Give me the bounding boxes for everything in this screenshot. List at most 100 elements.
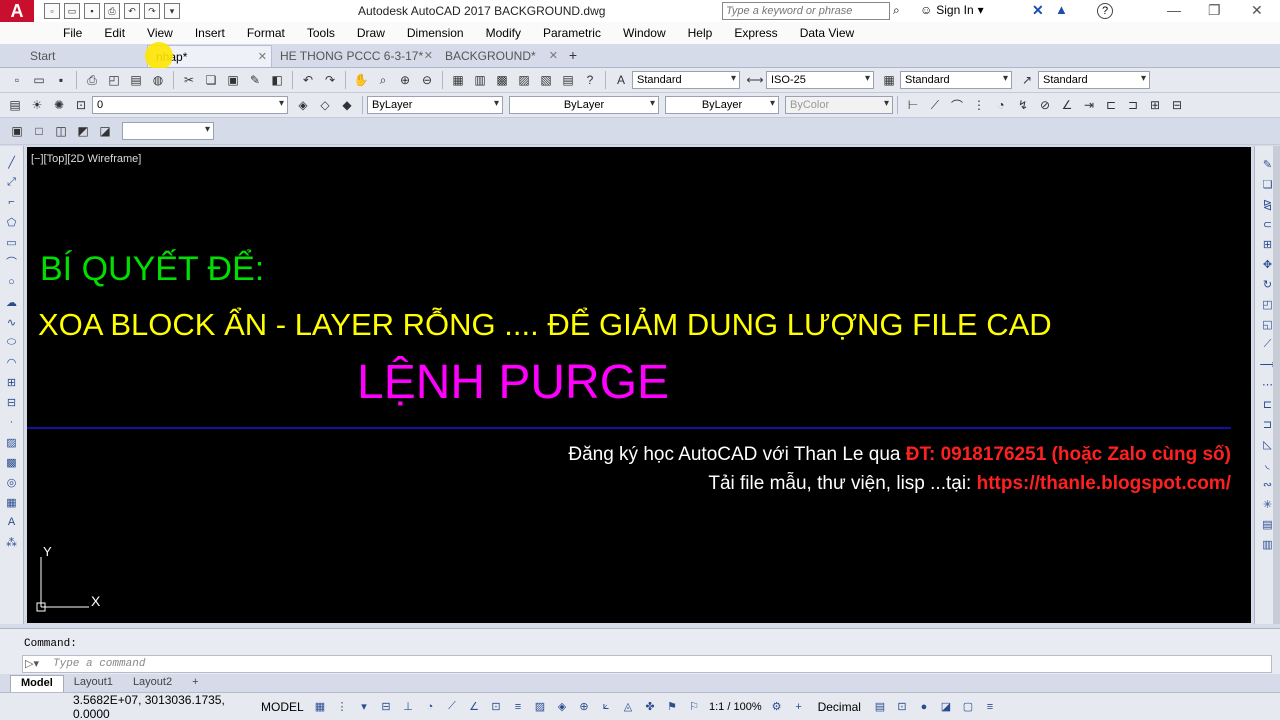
table-style-select[interactable]: Standard (900, 71, 1012, 89)
dim-break-icon[interactable]: ⊟ (1168, 96, 1186, 114)
linetype-select[interactable]: ByLayer (509, 96, 659, 114)
paste-icon[interactable]: ▣ (224, 71, 242, 89)
preview-icon[interactable]: ◰ (105, 71, 123, 89)
gizmo-icon[interactable]: ✤ (642, 699, 658, 715)
dynamic-input-icon[interactable]: ⊟ (378, 699, 394, 715)
properties-icon[interactable]: ▦ (449, 71, 467, 89)
menu-modify[interactable]: Modify (475, 26, 532, 40)
viewport-controls[interactable]: [−][Top][2D Wireframe] (31, 153, 141, 165)
close-icon[interactable]: ✕ (258, 50, 267, 63)
menu-help[interactable]: Help (677, 26, 724, 40)
menu-draw[interactable]: Draw (346, 26, 396, 40)
insert-block-icon[interactable]: ⊞ (4, 374, 20, 390)
region-icon[interactable]: ◎ (4, 474, 20, 490)
menu-window[interactable]: Window (612, 26, 677, 40)
arc-icon[interactable]: ⌒ (4, 254, 20, 270)
zoom-previous-icon[interactable]: ⊖ (418, 71, 436, 89)
help-icon[interactable]: ? (581, 71, 599, 89)
lightbulb-icon[interactable]: ☀ (28, 96, 46, 114)
plus-icon[interactable]: + (791, 699, 807, 715)
lock-ui-icon[interactable]: ⊡ (894, 699, 910, 715)
make-current-icon[interactable]: ◈ (294, 96, 312, 114)
mleader-style-icon[interactable]: ↗ (1018, 71, 1036, 89)
dim-diameter-icon[interactable]: ⊘ (1036, 96, 1054, 114)
menu-edit[interactable]: Edit (93, 26, 136, 40)
calculator-icon[interactable]: ▤ (559, 71, 577, 89)
menu-dimension[interactable]: Dimension (396, 26, 475, 40)
close-icon[interactable]: ✕ (1251, 2, 1263, 19)
dim-continue-icon[interactable]: ⊐ (1124, 96, 1142, 114)
hardware-acceleration-icon[interactable]: ◪ (938, 699, 954, 715)
tab-he-thong-pccc[interactable]: HE THONG PCCC 6-3-17* ✕ (272, 45, 437, 67)
dim-jogged-icon[interactable]: ↯ (1014, 96, 1032, 114)
ellipse-arc-icon[interactable]: ◠ (4, 354, 20, 370)
undo-icon[interactable]: ↶ (299, 71, 317, 89)
globe-icon[interactable]: ◍ (149, 71, 167, 89)
units-select[interactable]: Decimal (818, 700, 861, 714)
menu-tools[interactable]: Tools (296, 26, 346, 40)
model-space-toggle[interactable]: MODEL (261, 700, 309, 714)
close-icon[interactable]: ✕ (424, 49, 433, 62)
infer-icon[interactable]: ▾ (356, 699, 372, 715)
polar-tracking-icon[interactable]: ◔ (422, 699, 438, 715)
zoom-realtime-icon[interactable]: ⌕ (374, 71, 392, 89)
autoscale-icon[interactable]: ⚐ (686, 699, 702, 715)
viewport-scale-icon[interactable]: ◪ (96, 122, 114, 140)
text-style-select[interactable]: Standard (632, 71, 740, 89)
block-editor-icon[interactable]: ◧ (268, 71, 286, 89)
polygonal-viewport-icon[interactable]: ◫ (52, 122, 70, 140)
pan-icon[interactable]: ✋ (352, 71, 370, 89)
point-icon[interactable]: · (4, 414, 20, 430)
help-icon[interactable]: ? (1097, 3, 1113, 19)
redo-icon[interactable]: ↷ (144, 3, 160, 19)
dim-angular-icon[interactable]: ∠ (1058, 96, 1076, 114)
dim-linear-icon[interactable]: ⊢ (904, 96, 922, 114)
spline-icon[interactable]: ∿ (4, 314, 20, 330)
dim-baseline-icon[interactable]: ⊏ (1102, 96, 1120, 114)
tab-model[interactable]: Model (10, 675, 64, 692)
polygon-icon[interactable]: ⬠ (4, 214, 20, 230)
dim-style-icon[interactable]: ⟷ (746, 71, 764, 89)
coordinate-readout[interactable]: 3.5682E+07, 3013036.1735, 0.0000 (73, 693, 255, 720)
lock-icon[interactable]: ⊡ (72, 96, 90, 114)
quick-properties-icon[interactable]: ▤ (872, 699, 888, 715)
menu-express[interactable]: Express (723, 26, 788, 40)
new-icon[interactable]: ▫ (8, 71, 26, 89)
isolate-objects-icon[interactable]: ● (916, 699, 932, 715)
dim-radius-icon[interactable]: ◔ (992, 96, 1010, 114)
ellipse-icon[interactable]: ⬭ (4, 334, 20, 350)
save-icon[interactable]: ▪ (84, 3, 100, 19)
binoculars-icon[interactable]: ⌕ (893, 3, 900, 18)
menu-insert[interactable]: Insert (184, 26, 236, 40)
plotstyle-select[interactable]: ByColor (785, 96, 893, 114)
clean-screen-icon[interactable]: ▢ (960, 699, 976, 715)
revision-cloud-icon[interactable]: ☁ (4, 294, 20, 310)
menu-file[interactable]: File (52, 26, 93, 40)
open-icon[interactable]: ▭ (30, 71, 48, 89)
construction-line-icon[interactable]: ⤢ (4, 174, 20, 190)
markup-icon[interactable]: ▧ (537, 71, 555, 89)
annotation-visibility-icon[interactable]: ⚑ (664, 699, 680, 715)
layer-properties-icon[interactable]: ▤ (6, 96, 24, 114)
object-snap-icon[interactable]: ⊡ (488, 699, 504, 715)
table-icon[interactable]: ▦ (4, 494, 20, 510)
menu-data-view[interactable]: Data View (789, 26, 865, 40)
gradient-icon[interactable]: ▩ (4, 454, 20, 470)
text-icon[interactable]: A (4, 514, 20, 530)
object-snap-tracking-icon[interactable]: ∠ (466, 699, 482, 715)
viewport-scale-select[interactable] (122, 122, 214, 140)
circle-icon[interactable]: ○ (4, 274, 20, 290)
clip-viewport-icon[interactable]: ◩ (74, 122, 92, 140)
polyline-icon[interactable]: ⌐ (4, 194, 20, 210)
dim-style-select[interactable]: ISO-25 (766, 71, 874, 89)
menu-parametric[interactable]: Parametric (532, 26, 612, 40)
application-menu-button[interactable]: A (0, 0, 34, 22)
exchange-icon[interactable]: ✕ (1032, 2, 1044, 19)
layer-state-icon[interactable]: ◆ (338, 96, 356, 114)
sun-icon[interactable]: ✺ (50, 96, 68, 114)
make-block-icon[interactable]: ⊟ (4, 394, 20, 410)
text-style-icon[interactable]: A (612, 71, 630, 89)
workspace-icon[interactable]: ▾ (164, 3, 180, 19)
sign-in-button[interactable]: ☺ Sign In ▾ (920, 3, 984, 17)
dim-aligned-icon[interactable]: ⟋ (926, 96, 944, 114)
